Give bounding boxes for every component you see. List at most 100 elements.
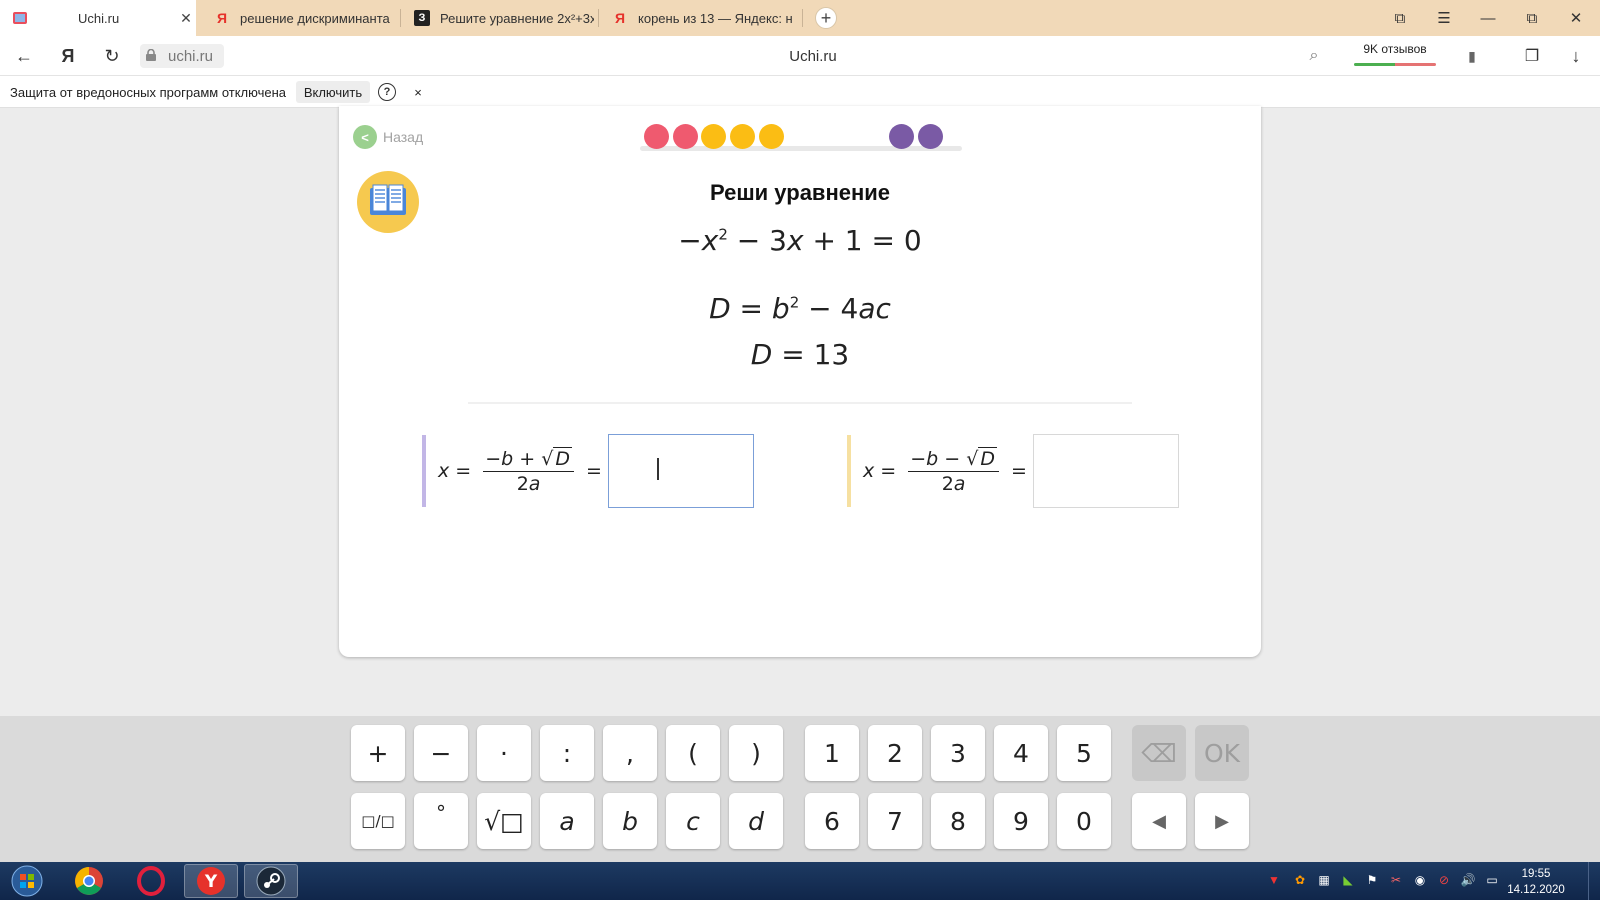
app-tray-icon[interactable]: ▦ <box>1316 872 1332 888</box>
tabs-menu-icon[interactable]: ⧉ <box>1378 0 1422 36</box>
tab-discriminant-search[interactable]: Я решение дискриминанта <box>202 0 396 36</box>
tab-separator <box>400 9 401 27</box>
answer-input-1[interactable] <box>607 434 754 508</box>
accent-bar <box>422 435 426 507</box>
key-b[interactable]: b <box>603 793 657 849</box>
tab-close-icon[interactable]: ✕ <box>176 10 196 27</box>
key-2[interactable]: 2 <box>868 725 922 781</box>
search-icon[interactable]: ⌕ <box>1296 36 1332 76</box>
clock-time: 19:55 <box>1521 868 1551 880</box>
collections-icon[interactable]: ❐ <box>1514 36 1550 76</box>
settings-tray-icon[interactable]: ✿ <box>1292 872 1308 888</box>
windows-taskbar <box>0 862 1600 900</box>
tab-title: Uchi.ru <box>78 10 120 26</box>
tab-root-13-search[interactable]: Я корень из 13 — Яндекс: н <box>600 0 798 36</box>
key-6[interactable]: 6 <box>805 793 859 849</box>
yandex-favicon-icon: Я <box>216 10 228 26</box>
key-minus[interactable]: − <box>414 725 468 781</box>
key-7[interactable]: 7 <box>868 793 922 849</box>
steam-tray-icon[interactable]: ◉ <box>1412 872 1428 888</box>
key-ok[interactable]: OK <box>1195 725 1249 781</box>
task-heading: Реши уравнение <box>709 180 891 205</box>
key-right-arrow-icon[interactable]: ▶ <box>1195 793 1249 849</box>
chrome-icon[interactable] <box>62 864 116 898</box>
key-d[interactable]: d <box>729 793 783 849</box>
text-caret <box>657 458 659 480</box>
accent-bar <box>847 435 851 507</box>
yandex-favicon-icon: Я <box>614 10 626 26</box>
key-c[interactable]: c <box>666 793 720 849</box>
fraction: −b + √ D 2a <box>483 446 574 495</box>
key-multiply[interactable]: · <box>477 725 531 781</box>
back-button[interactable]: < Назад <box>353 124 423 150</box>
nvidia-tray-icon[interactable]: ◣ <box>1340 872 1356 888</box>
enable-protection-button[interactable]: Включить <box>296 81 370 103</box>
book-icon[interactable] <box>357 171 419 233</box>
chevron-left-icon: < <box>353 125 377 149</box>
key-comma[interactable]: , <box>603 725 657 781</box>
antivirus-tray-icon[interactable]: ▼ <box>1266 872 1282 888</box>
yandex-home-icon[interactable]: Я <box>50 36 86 76</box>
key-a[interactable]: a <box>540 793 594 849</box>
key-4[interactable]: 4 <box>994 725 1048 781</box>
tool-tray-icon[interactable]: ✂ <box>1388 872 1404 888</box>
volume-icon[interactable]: 🔊 <box>1460 872 1476 888</box>
key-left-arrow-icon[interactable]: ◀ <box>1132 793 1186 849</box>
key-open-paren[interactable]: ( <box>666 725 720 781</box>
close-icon[interactable]: ✕ <box>1554 0 1598 36</box>
tab-title: решение дискриминанта <box>240 10 390 26</box>
start-button-icon[interactable] <box>0 864 54 898</box>
security-tray-icon[interactable]: ⊘ <box>1436 872 1452 888</box>
url-text: uchi.ru <box>168 47 214 65</box>
bookmark-icon[interactable]: ▮ <box>1454 36 1490 76</box>
tab-znanija[interactable]: З Решите уравнение 2x²+3x <box>402 0 594 36</box>
key-0[interactable]: 0 <box>1057 793 1111 849</box>
minimize-icon[interactable]: — <box>1466 0 1510 36</box>
tab-separator <box>802 9 803 27</box>
discriminant-formula: D = b2 − 4ac <box>709 292 891 325</box>
equation: −x2 − 3x + 1 = 0 <box>678 224 922 257</box>
new-tab-button[interactable]: + <box>815 7 837 29</box>
reviews-label: 9K отзывов <box>1363 42 1427 56</box>
key-backspace-icon[interactable]: ⌫ <box>1132 725 1186 781</box>
show-desktop-button[interactable] <box>1588 862 1600 900</box>
opera-icon[interactable] <box>124 864 178 898</box>
reload-icon[interactable]: ↻ <box>94 36 130 76</box>
page-title: Uchi.ru <box>789 47 837 65</box>
tab-uchi[interactable]: Uchi.ru ✕ <box>0 0 196 36</box>
protection-warning: Защита от вредоносных программ отключена <box>10 84 287 100</box>
flag-tray-icon[interactable]: ⚑ <box>1364 872 1380 888</box>
reviews-button[interactable]: 9K отзывов <box>1352 42 1438 68</box>
tab-title: корень из 13 — Яндекс: н <box>638 10 793 26</box>
answer-input-2[interactable] <box>1032 434 1179 508</box>
progress-dot <box>730 124 755 149</box>
key-divide[interactable]: : <box>540 725 594 781</box>
help-icon[interactable]: ? <box>378 83 396 101</box>
clock-date: 14.12.2020 <box>1507 884 1565 896</box>
steam-icon[interactable] <box>244 864 298 898</box>
progress-dot <box>889 124 914 149</box>
key-fraction[interactable]: □/□ <box>351 793 405 849</box>
math-keyboard <box>0 716 1600 862</box>
lock-icon <box>146 48 164 64</box>
menu-icon[interactable]: ☰ <box>1422 0 1466 36</box>
back-arrow-icon[interactable]: ← <box>6 36 42 76</box>
restore-icon[interactable]: ⧉ <box>1510 0 1554 36</box>
key-sqrt[interactable]: √□ <box>477 793 531 849</box>
key-plus[interactable]: + <box>351 725 405 781</box>
tab-separator <box>598 9 599 27</box>
key-1[interactable]: 1 <box>805 725 859 781</box>
key-3[interactable]: 3 <box>931 725 985 781</box>
yandex-browser-icon[interactable]: Y <box>184 864 238 898</box>
key-8[interactable]: 8 <box>931 793 985 849</box>
download-icon[interactable]: ↓ <box>1558 36 1594 76</box>
key-degree[interactable]: ° <box>414 793 468 849</box>
url-field[interactable]: uchi.ru <box>140 44 224 68</box>
close-protection-bar-icon[interactable]: × <box>410 80 426 104</box>
key-9[interactable]: 9 <box>994 793 1048 849</box>
taskbar-clock[interactable]: 19:55 14.12.2020 <box>1498 866 1574 898</box>
discriminant-value: D = 13 <box>750 338 850 371</box>
key-5[interactable]: 5 <box>1057 725 1111 781</box>
key-close-paren[interactable]: ) <box>729 725 783 781</box>
progress-dot <box>644 124 669 149</box>
